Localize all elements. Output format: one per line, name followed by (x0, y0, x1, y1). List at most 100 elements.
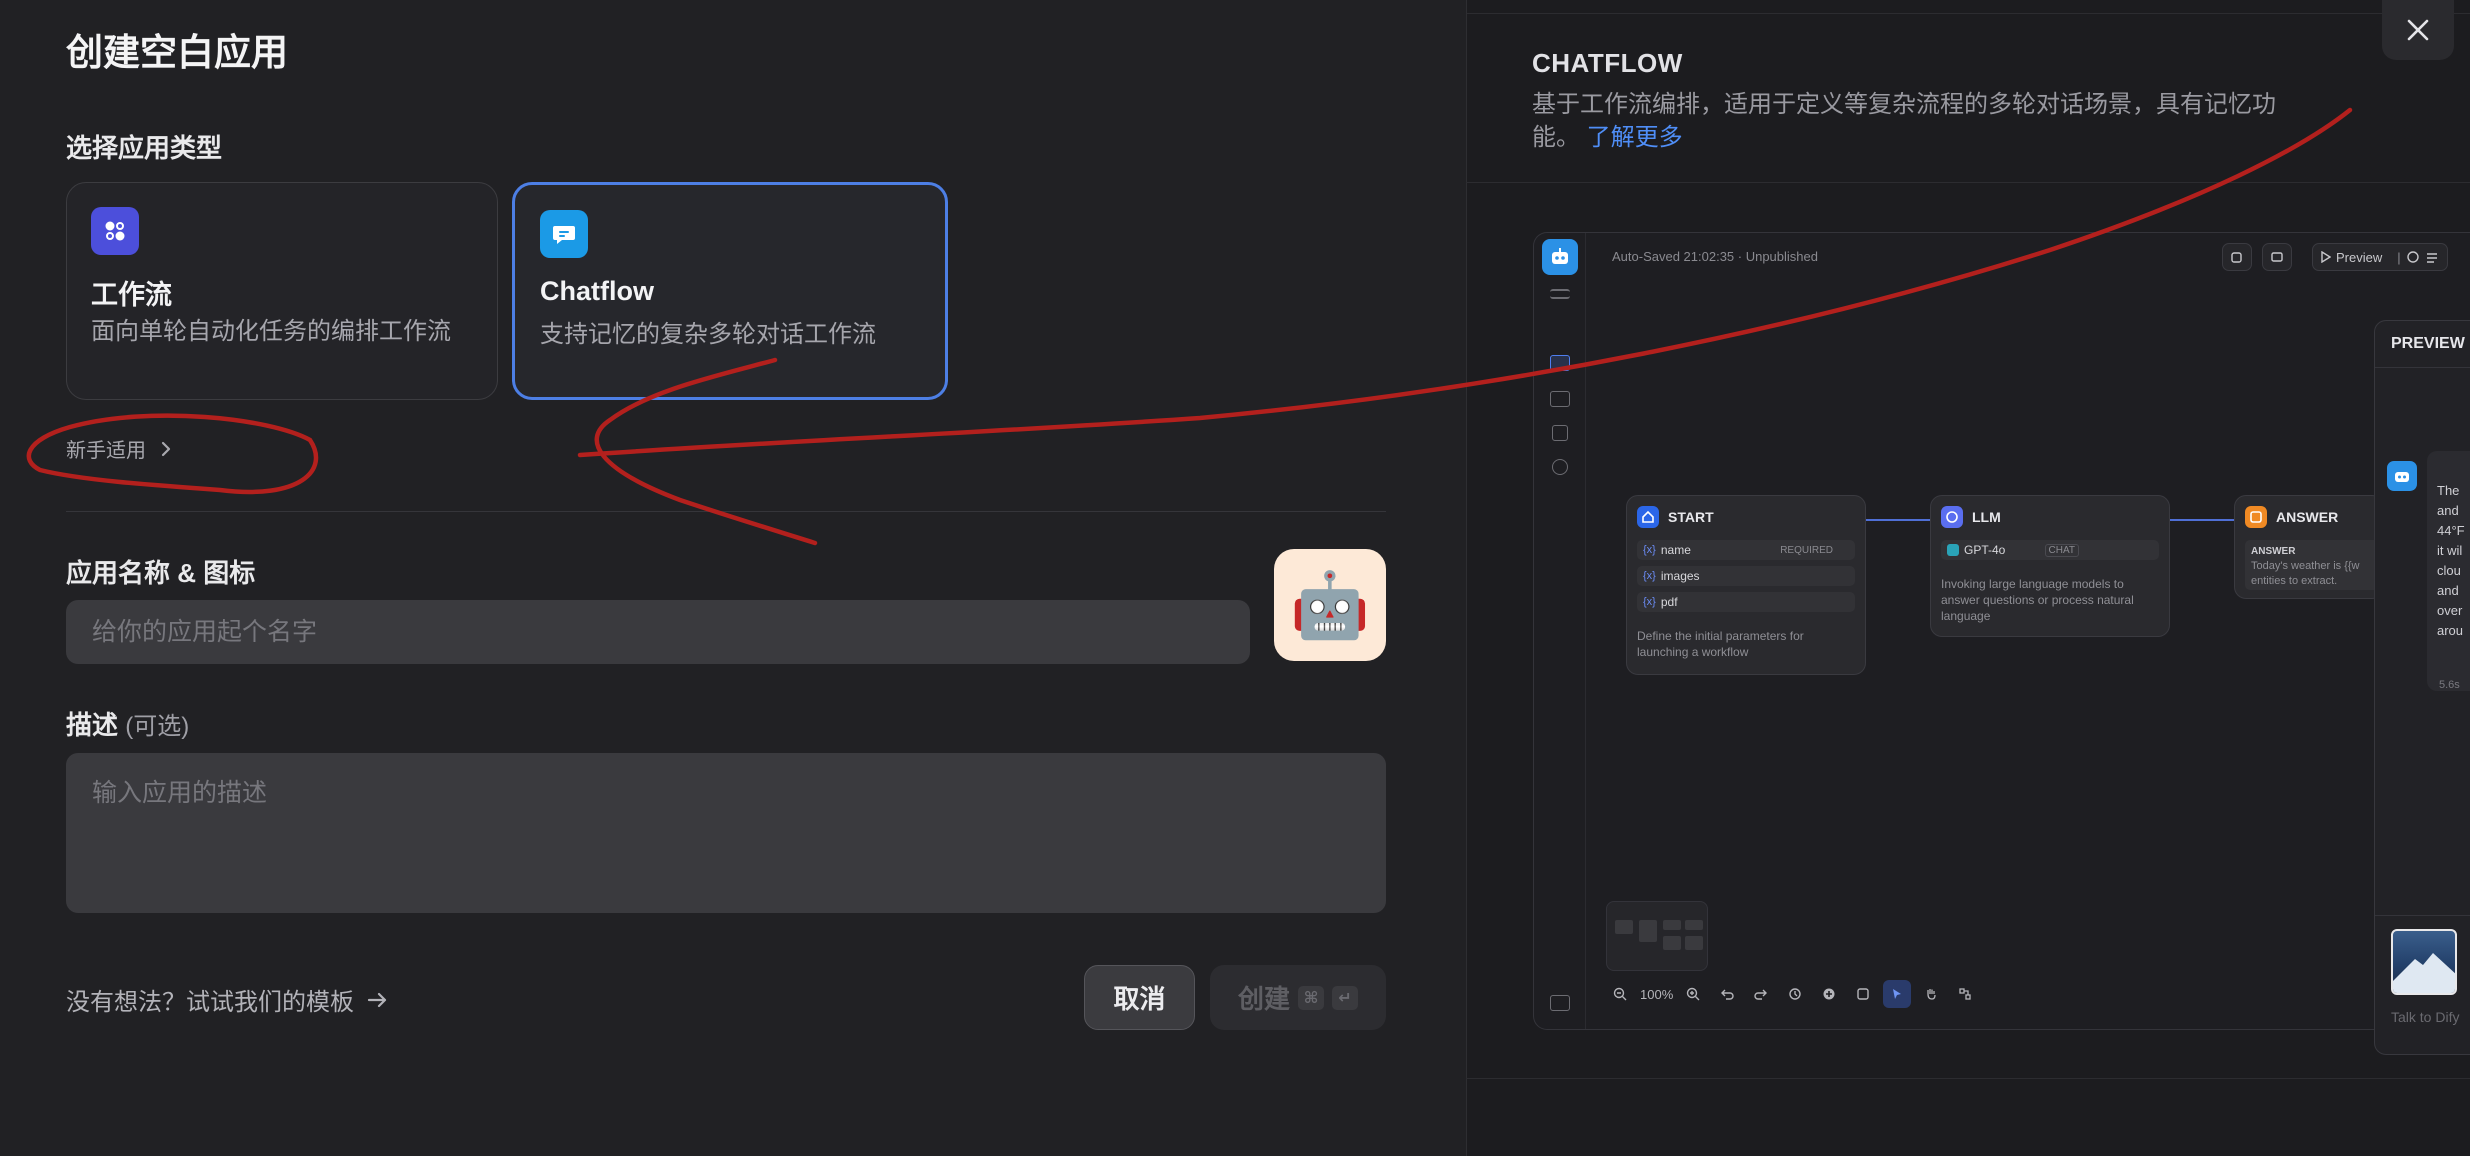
workflow-icon (91, 207, 139, 255)
play-icon (2321, 251, 2331, 263)
preview-terminal-icon (1550, 391, 1570, 407)
start-var-row: {x} pdf (1637, 592, 1855, 612)
app-type-card-chatflow[interactable]: Chatflow 支持记忆的复杂多轮对话工作流 (512, 182, 948, 400)
llm-node-header: LLM (1941, 506, 2001, 528)
chat-message: The and 44°F it wil clou and over arou (2427, 451, 2470, 691)
preview-bottom-toolbar: 100% (1606, 978, 1979, 1010)
edge-start-llm (1866, 519, 1930, 521)
home-icon (1637, 506, 1659, 528)
autosave-status: Auto-Saved 21:02:35 · Unpublished (1612, 249, 1818, 264)
chat-elapsed-time: 5.6s (2439, 679, 2460, 691)
history-icon (2406, 251, 2419, 263)
beginner-toggle[interactable]: 新手适用 (66, 434, 172, 463)
checklist-icon (2426, 253, 2437, 263)
workflow-preview-image: Auto-Saved 21:02:35 · Unpublished Previe… (1533, 232, 2470, 1030)
start-node-header: START (1637, 506, 1714, 528)
description-label: 描述 (可选) (66, 705, 189, 742)
layout-icon (1951, 980, 1979, 1008)
llm-node-title: LLM (1972, 509, 2001, 525)
close-icon (2407, 19, 2429, 41)
preview-run-button: Preview | (2312, 243, 2448, 271)
preview-app-icon (1542, 239, 1578, 275)
var-name: name (1660, 543, 1691, 557)
chat-line: and (2437, 583, 2459, 598)
dialog-title: 创建空白应用 (66, 32, 288, 73)
answer-label: ANSWER (2251, 546, 2296, 557)
model-chat-tag: CHAT (2044, 543, 2079, 557)
card-description: 支持记忆的复杂多轮对话工作流 (540, 321, 876, 348)
start-node: START {x} name REQUIRED {x} images {x} p… (1626, 495, 1866, 675)
preview-divider (1466, 182, 2470, 183)
edge-llm-answer (2170, 519, 2234, 521)
template-link-label: 没有想法？试试我们的模板 (66, 989, 354, 1016)
variable-icon: {x} (1643, 544, 1656, 556)
close-button[interactable] (2382, 0, 2454, 60)
answer-box: ANSWER Today's weather is {{w entities t… (2245, 540, 2385, 590)
answer-text-2: entities to extract. (2251, 575, 2338, 587)
preview-monitor-icon (1552, 459, 1568, 475)
variable-icon: {x} (1643, 570, 1656, 582)
answer-text: Today's weather is {{w (2251, 560, 2360, 572)
app-name-input[interactable] (66, 600, 1250, 664)
history-icon (1781, 980, 1809, 1008)
card-description: 面向单轮自动化任务的编排工作流 (91, 318, 451, 345)
preview-title: CHATFLOW (1532, 48, 1683, 78)
llm-model-row: GPT-4o CHAT (1941, 540, 2159, 560)
app-type-label: 选择应用类型 (66, 133, 223, 163)
preview-env-icon (2262, 243, 2292, 271)
app-name-label: 应用名称 & 图标 (66, 558, 256, 588)
chat-line: arou (2437, 623, 2464, 638)
undo-icon (1713, 980, 1741, 1008)
chat-line: over (2437, 603, 2463, 618)
start-var-row: {x} images (1637, 566, 1855, 586)
chat-input-placeholder: Talk to Dify (2391, 1009, 2460, 1025)
pointer-icon (1883, 980, 1912, 1008)
section-divider (66, 511, 1386, 512)
llm-node-note: Invoking large language models to answer… (1941, 577, 2134, 623)
var-name: images (1660, 569, 1700, 583)
preview-chat-title: PREVIEW (2391, 335, 2465, 352)
var-required-tag: REQUIRED (1780, 544, 1833, 556)
create-label: 创建 (1237, 984, 1290, 1014)
answer-node: ANSWER ANSWER Today's weather is {{w ent… (2234, 495, 2385, 599)
hand-icon (1917, 980, 1945, 1008)
start-node-note: Define the initial parameters for launch… (1637, 629, 1804, 659)
create-button[interactable]: 创建 ⌘ ↵ (1210, 965, 1386, 1030)
zoom-out-icon (1606, 980, 1634, 1008)
optional-tag: (可选) (125, 713, 190, 740)
openai-icon (1947, 544, 1959, 556)
preview-divider-bottom (1466, 1078, 2470, 1079)
answer-icon (2245, 506, 2267, 528)
description-textarea[interactable] (66, 753, 1386, 913)
llm-node: LLM GPT-4o CHAT Invoking large language … (1930, 495, 2170, 637)
card-title: Chatflow (540, 276, 654, 306)
preview-logs-icon (1552, 425, 1568, 441)
arrow-right-icon (367, 992, 387, 1007)
chat-line: 44°F (2437, 523, 2465, 538)
preview-feature-icon (2222, 243, 2252, 271)
answer-node-header: ANSWER (2245, 506, 2338, 528)
note-icon (1849, 980, 1877, 1008)
preview-button-label: Preview (2336, 249, 2383, 265)
answer-node-title: ANSWER (2276, 509, 2339, 525)
beginner-label: 新手适用 (66, 440, 146, 462)
zoom-level: 100% (1640, 986, 1674, 1002)
var-name: pdf (1660, 595, 1678, 609)
llm-icon (1941, 506, 1963, 528)
learn-more-link[interactable]: 了解更多 (1587, 124, 1683, 151)
template-link[interactable]: 没有想法？试试我们的模板 (66, 982, 390, 1017)
robot-icon: 🤖 (1290, 569, 1370, 641)
chatflow-icon (540, 210, 588, 258)
app-type-card-workflow[interactable]: 工作流 面向单轮自动化任务的编排工作流 (66, 182, 498, 400)
preview-description: 基于工作流编排，适用于定义等复杂流程的多轮对话场景，具有记忆功能。 了解更多 (1532, 88, 2282, 154)
preview-chat-panel: PREVIEW The and 44°F it wil clou and ove… (2374, 320, 2470, 1055)
zoom-in-icon (1679, 980, 1707, 1008)
app-icon-picker[interactable]: 🤖 (1274, 549, 1386, 661)
chat-bot-avatar (2387, 461, 2417, 491)
preview-header-bar (1467, 0, 2470, 14)
chat-line: and (2437, 503, 2459, 518)
start-var-row: {x} name REQUIRED (1637, 540, 1855, 560)
preview-orchestrate-icon (1550, 355, 1570, 371)
cancel-button[interactable]: 取消 (1084, 965, 1195, 1030)
model-name: GPT-4o (1964, 543, 2006, 557)
